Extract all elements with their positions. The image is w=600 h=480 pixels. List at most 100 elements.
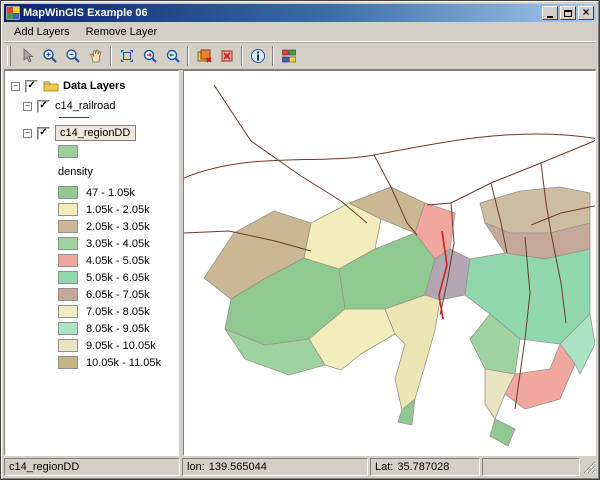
identify-icon <box>250 48 266 64</box>
railroad-layer-row: − ✓ c14_railroad <box>5 97 178 115</box>
status-layer-panel: c14_regionDD <box>4 458 180 476</box>
legend-panel: − ✓ Data Layers − ✓ c14_railroad − ✓ c14… <box>4 70 179 456</box>
toolbar-separator <box>187 46 189 66</box>
region-base-swatch <box>58 145 78 158</box>
class-label: 6.05k - 7.05k <box>86 289 150 301</box>
zoom-full-extent-icon <box>119 48 135 64</box>
resize-grip[interactable] <box>582 458 596 476</box>
class-label: 5.05k - 6.05k <box>86 272 150 284</box>
classification-field-label: density <box>58 166 178 178</box>
status-layer-name: c14_regionDD <box>9 461 79 473</box>
window-title: MapWinGIS Example 06 <box>23 7 542 19</box>
class-swatch <box>58 288 78 301</box>
identify-button[interactable] <box>246 45 269 67</box>
legend-class-row: 4.05k - 5.05k <box>5 252 178 269</box>
class-label: 1.05k - 2.05k <box>86 204 150 216</box>
region-checkbox[interactable]: ✓ <box>37 127 50 140</box>
minimize-icon <box>547 16 553 18</box>
class-swatch <box>58 186 78 199</box>
zoom-previous-button[interactable] <box>161 45 184 67</box>
zoom-previous-icon <box>165 48 181 64</box>
app-icon <box>6 6 20 20</box>
toolbar-grip[interactable] <box>7 46 11 66</box>
maximize-icon <box>564 10 572 17</box>
class-swatch <box>58 220 78 233</box>
tree-root-row: − ✓ Data Layers <box>5 77 178 95</box>
symbology-button[interactable] <box>277 45 300 67</box>
railroad-line-symbol <box>59 117 89 118</box>
maximize-button[interactable] <box>560 6 576 20</box>
select-icon <box>19 48 35 64</box>
zoom-in-button[interactable] <box>38 45 61 67</box>
toolbar <box>4 42 596 70</box>
menu-remove-layer[interactable]: Remove Layer <box>78 24 166 40</box>
region-layer-row: − ✓ c14_regionDD <box>5 124 178 142</box>
zoom-out-icon <box>65 48 81 64</box>
collapse-icon[interactable]: − <box>23 129 32 138</box>
toolbar-separator <box>110 46 112 66</box>
zoom-in-icon <box>42 48 58 64</box>
legend-class-row: 47 - 1.05k <box>5 184 178 201</box>
lat-label: Lat: <box>375 461 393 473</box>
map-area <box>183 70 596 456</box>
status-bar: c14_regionDD lon: 139.565044 Lat: 35.787… <box>4 456 596 476</box>
legend-class-row: 9.05k - 10.05k <box>5 337 178 354</box>
legend-class-row: 1.05k - 2.05k <box>5 201 178 218</box>
layer-clear-button[interactable] <box>215 45 238 67</box>
resize-grip-icon <box>582 458 596 474</box>
legend-class-row: 8.05k - 9.05k <box>5 320 178 337</box>
layer-clear-icon <box>219 48 235 64</box>
close-button[interactable]: × <box>578 6 594 20</box>
railroad-checkbox[interactable]: ✓ <box>37 100 50 113</box>
map-canvas[interactable] <box>184 71 596 456</box>
collapse-icon[interactable]: − <box>23 102 32 111</box>
zoom-to-layer-icon <box>142 48 158 64</box>
class-swatch <box>58 254 78 267</box>
railroad-layer-label[interactable]: c14_railroad <box>55 100 116 112</box>
lon-value: 139.565044 <box>209 461 267 473</box>
status-filler-panel <box>482 458 580 476</box>
class-label: 10.05k - 11.05k <box>86 357 161 369</box>
status-lat-panel: Lat: 35.787028 <box>370 458 480 476</box>
class-swatch <box>58 356 78 369</box>
layer-add-button[interactable] <box>192 45 215 67</box>
legend-class-row: 2.05k - 3.05k <box>5 218 178 235</box>
class-swatch <box>58 305 78 318</box>
class-swatch <box>58 271 78 284</box>
select-button[interactable] <box>15 45 38 67</box>
minimize-button[interactable] <box>542 6 558 20</box>
folder-icon <box>43 80 59 92</box>
zoom-full-extent-button[interactable] <box>115 45 138 67</box>
content-area: − ✓ Data Layers − ✓ c14_railroad − ✓ c14… <box>4 70 596 456</box>
zoom-to-layer-button[interactable] <box>138 45 161 67</box>
legend-class-row: 7.05k - 8.05k <box>5 303 178 320</box>
class-swatch <box>58 237 78 250</box>
class-label: 8.05k - 9.05k <box>86 323 150 335</box>
pan-icon <box>88 48 104 64</box>
collapse-icon[interactable]: − <box>11 82 20 91</box>
data-layers-label[interactable]: Data Layers <box>63 80 125 92</box>
pan-button[interactable] <box>84 45 107 67</box>
class-label: 7.05k - 8.05k <box>86 306 150 318</box>
menu-add-layers[interactable]: Add Layers <box>6 24 78 40</box>
class-label: 4.05k - 5.05k <box>86 255 150 267</box>
class-label: 3.05k - 4.05k <box>86 238 150 250</box>
zoom-out-button[interactable] <box>61 45 84 67</box>
class-swatch <box>58 339 78 352</box>
close-icon: × <box>582 6 589 18</box>
toolbar-separator <box>241 46 243 66</box>
lon-label: lon: <box>187 461 205 473</box>
legend-class-row: 10.05k - 11.05k <box>5 354 178 371</box>
lat-value: 35.787028 <box>397 461 449 473</box>
toolbar-separator <box>272 46 274 66</box>
class-swatch <box>58 322 78 335</box>
legend-class-row: 6.05k - 7.05k <box>5 286 178 303</box>
class-label: 9.05k - 10.05k <box>86 340 156 352</box>
app-window: MapWinGIS Example 06 × Add Layers Remove… <box>0 0 600 480</box>
data-layers-checkbox[interactable]: ✓ <box>25 80 38 93</box>
region-layer-label[interactable]: c14_regionDD <box>55 125 136 141</box>
menu-bar: Add Layers Remove Layer <box>4 22 596 42</box>
class-swatch <box>58 203 78 216</box>
title-bar: MapWinGIS Example 06 × <box>4 4 596 22</box>
class-label: 47 - 1.05k <box>86 187 135 199</box>
